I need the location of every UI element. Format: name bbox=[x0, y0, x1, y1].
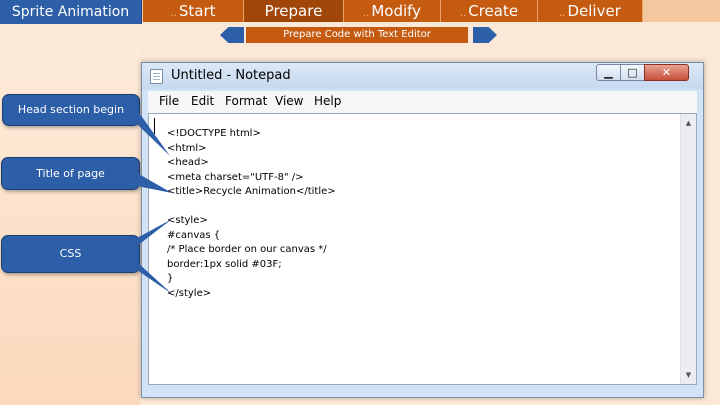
code-line: <style> bbox=[167, 215, 208, 226]
notepad-title-bar[interactable]: Untitled - Notepad ▁ □ ✕ bbox=[142, 63, 703, 89]
minimize-button[interactable]: ▁ bbox=[596, 64, 621, 81]
code-line: } bbox=[167, 273, 174, 284]
maximize-button[interactable]: □ bbox=[620, 64, 645, 81]
menu-edit[interactable]: Edit bbox=[191, 94, 214, 108]
code-line: border:1px solid #03F; bbox=[167, 259, 282, 270]
next-arrow-button[interactable] bbox=[473, 27, 497, 43]
code-line: <meta charset="UTF-8" /> bbox=[167, 172, 304, 183]
code-line: <!DOCTYPE html> bbox=[167, 128, 261, 139]
tab-dots: .. bbox=[362, 8, 370, 19]
window-bottom-border bbox=[148, 385, 697, 393]
tab-start[interactable]: .. Start bbox=[143, 0, 244, 22]
tab-create[interactable]: .. Create bbox=[441, 0, 538, 22]
tab-prepare[interactable]: Prepare bbox=[244, 0, 344, 22]
text-editor-area[interactable]: <!DOCTYPE html> <html> <head> <meta char… bbox=[148, 113, 697, 385]
tab-prepare-label: Prepare bbox=[264, 2, 323, 20]
callout-head-section: Head section begin bbox=[2, 94, 140, 126]
menu-view[interactable]: View bbox=[275, 94, 303, 108]
notepad-window: Untitled - Notepad ▁ □ ✕ File Edit Forma… bbox=[141, 62, 704, 398]
window-title: Untitled - Notepad bbox=[171, 68, 291, 83]
tab-create-label: Create bbox=[468, 2, 519, 20]
tab-dots: .. bbox=[459, 8, 467, 19]
menu-bar: File Edit Format View Help bbox=[148, 91, 697, 113]
presentation-title: Sprite Animation bbox=[0, 0, 142, 24]
callout-css: CSS bbox=[1, 235, 140, 273]
scroll-down-icon[interactable]: ▼ bbox=[683, 368, 694, 382]
close-button[interactable]: ✕ bbox=[644, 64, 689, 81]
tab-dots: .. bbox=[170, 8, 177, 19]
scroll-up-icon[interactable]: ▲ bbox=[683, 116, 694, 130]
menu-format[interactable]: Format bbox=[225, 94, 267, 108]
scrollbar-track[interactable] bbox=[681, 131, 696, 367]
code-line: /* Place border on our canvas */ bbox=[167, 244, 327, 255]
tab-start-label: Start bbox=[178, 2, 216, 20]
tab-modify[interactable]: .. Modify bbox=[344, 0, 441, 22]
vertical-scrollbar[interactable]: ▲ ▼ bbox=[680, 114, 696, 384]
code-line: <html> bbox=[167, 143, 207, 154]
section-subtitle: Prepare Code with Text Editor bbox=[246, 27, 468, 43]
menu-file[interactable]: File bbox=[159, 94, 179, 108]
menu-help[interactable]: Help bbox=[314, 94, 341, 108]
tab-deliver-label: Deliver bbox=[567, 2, 621, 20]
previous-arrow-button[interactable] bbox=[220, 27, 244, 43]
code-line: <title>Recycle Animation</title> bbox=[167, 186, 336, 197]
code-line: #canvas { bbox=[167, 230, 221, 241]
notepad-icon bbox=[150, 69, 163, 84]
text-caret bbox=[154, 118, 155, 134]
tab-deliver[interactable]: .. Deliver bbox=[538, 0, 643, 22]
callout-title-of-page: Title of page bbox=[1, 157, 140, 190]
tab-dots: .. bbox=[559, 8, 566, 19]
tab-modify-label: Modify bbox=[371, 2, 422, 20]
code-line: <head> bbox=[167, 157, 209, 168]
code-line: </style> bbox=[167, 288, 212, 299]
